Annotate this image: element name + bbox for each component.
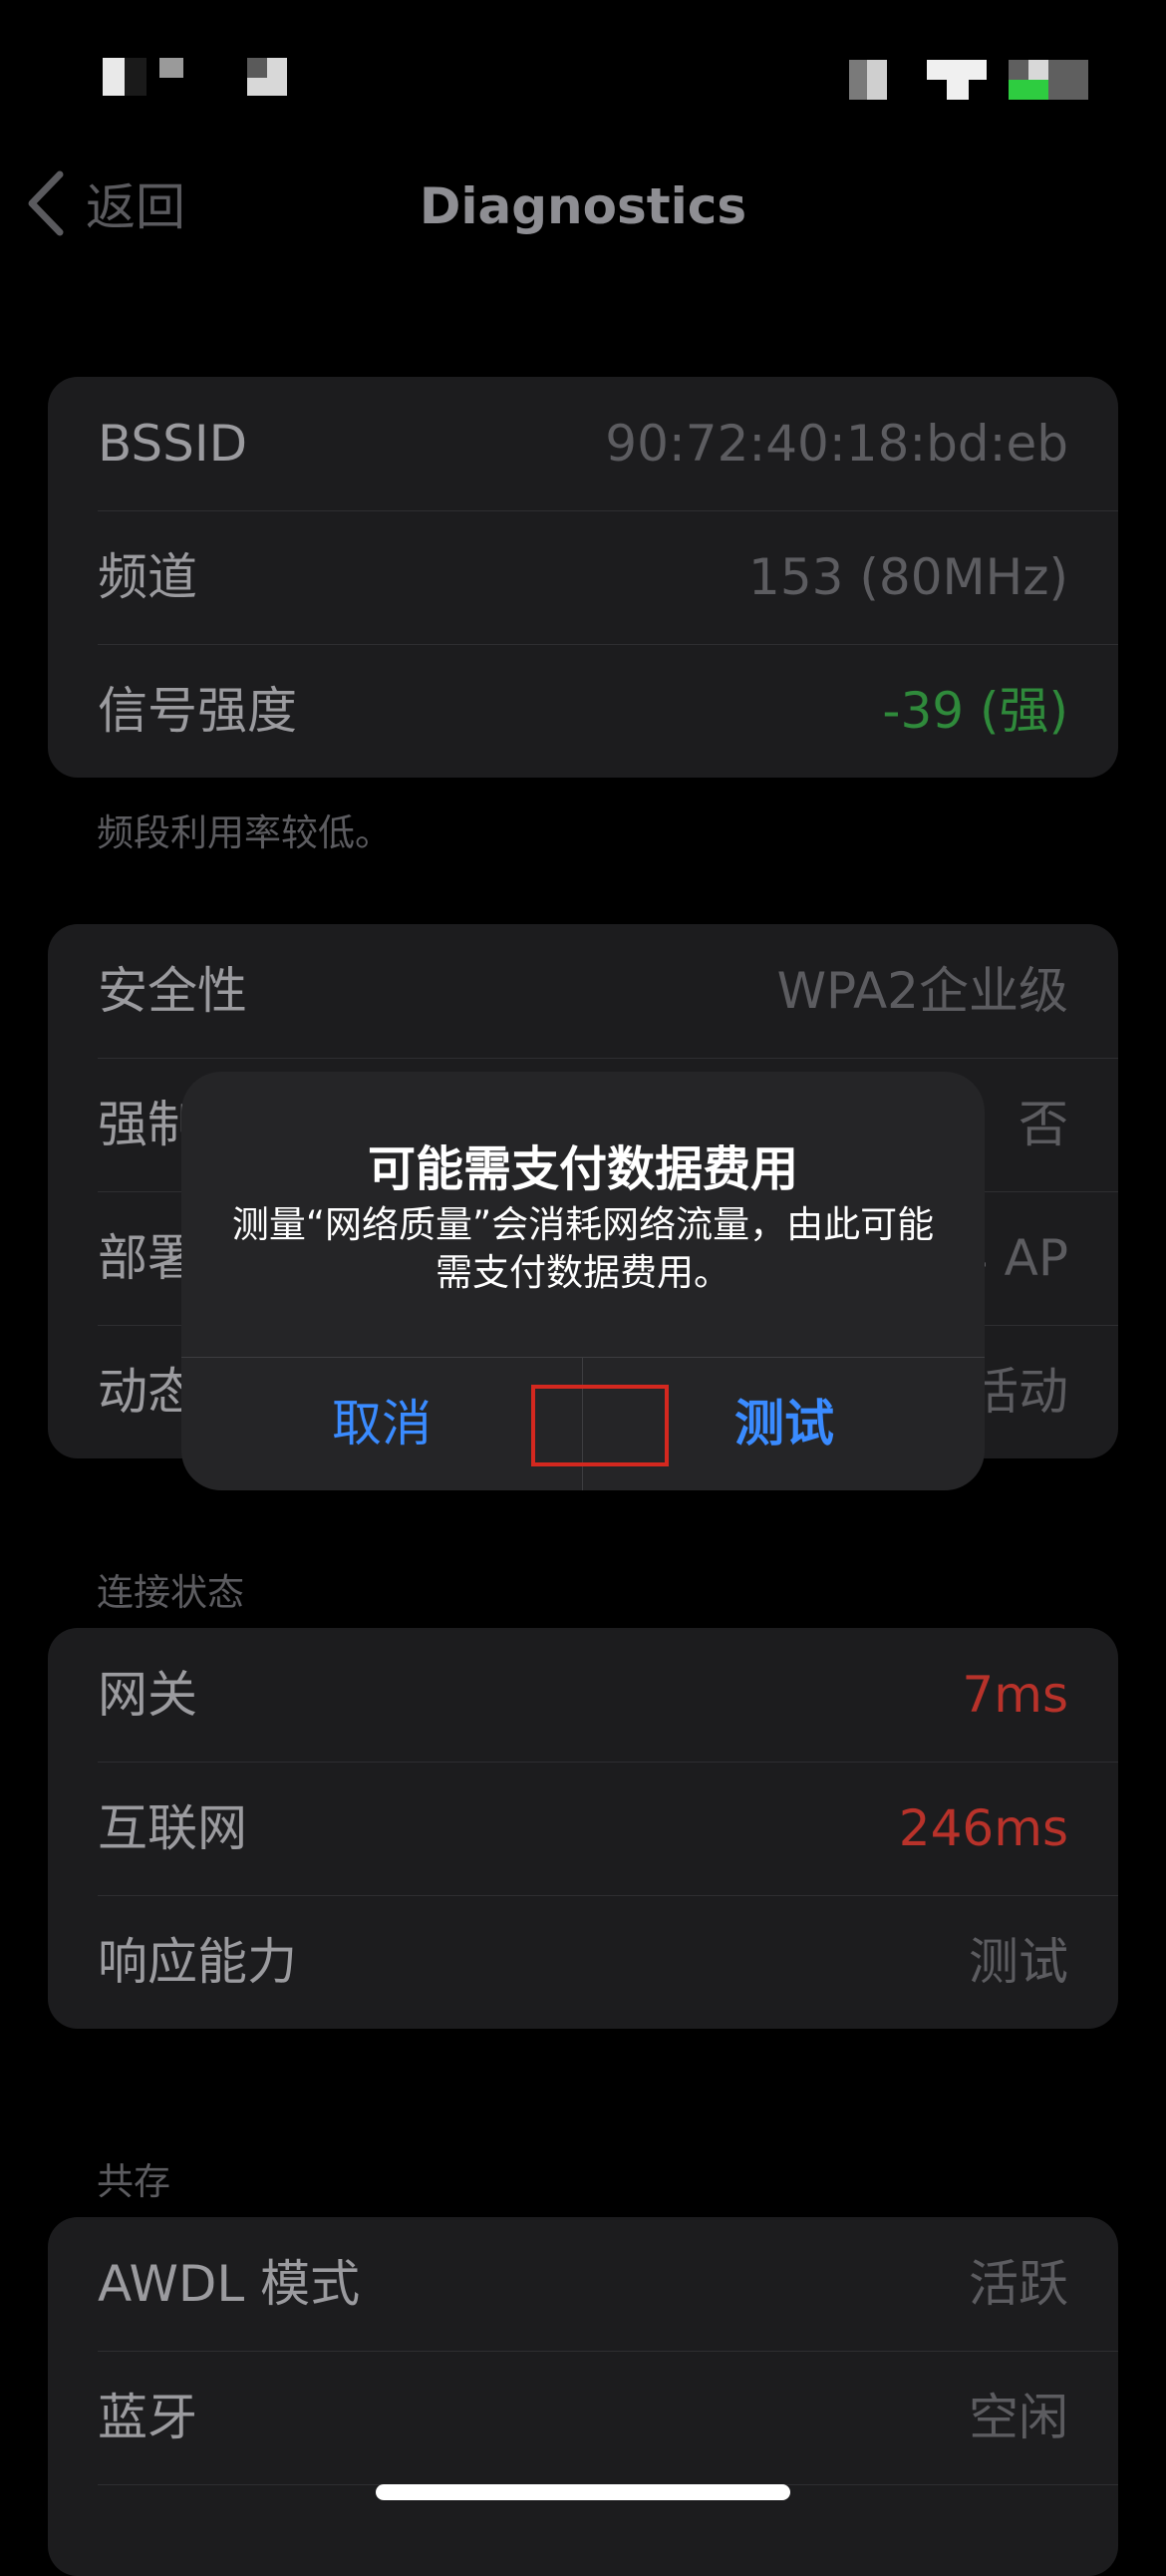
- list-item-gateway: 网关 7ms: [48, 1628, 1118, 1762]
- latency-value: 7ms: [962, 1666, 1068, 1724]
- row-label: BSSID: [98, 415, 248, 473]
- signal-icon-part: [849, 60, 867, 100]
- list-item-bssid: BSSID 90:72:40:18:bd:eb: [48, 377, 1118, 510]
- row-label: 信号强度: [98, 682, 297, 740]
- wifi-info-group: BSSID 90:72:40:18:bd:eb 频道 153 (80MHz) 信…: [48, 377, 1118, 778]
- footnote: 频段利用率较低。: [97, 811, 392, 854]
- home-indicator: [376, 2484, 790, 2500]
- row-label: 安全性: [98, 962, 247, 1020]
- row-value: 90:72:40:18:bd:eb: [605, 415, 1068, 473]
- list-item-security: 安全性 WPA2企业级: [48, 924, 1118, 1058]
- row-value: 活跃: [969, 2255, 1068, 2313]
- row-label: AWDL 模式: [98, 2255, 361, 2313]
- row-label: 频道: [98, 548, 197, 606]
- signal-value: -39 (强): [882, 682, 1068, 740]
- list-item-channel: 频道 153 (80MHz): [48, 510, 1118, 644]
- list-item-responsiveness[interactable]: 响应能力 测试: [48, 1895, 1118, 2029]
- page-title: Diagnostics: [419, 177, 747, 235]
- list-item-internet: 互联网 246ms: [48, 1762, 1118, 1895]
- row-value: 空闲: [969, 2389, 1068, 2446]
- connection-group: 网关 7ms 互联网 246ms 响应能力 测试: [48, 1628, 1118, 2029]
- time-obscured-part: [125, 58, 146, 96]
- row-value: WPA2企业级: [776, 962, 1068, 1020]
- section-header-coexistence: 共存: [97, 2160, 170, 2203]
- row-value: 153 (80MHz): [748, 548, 1068, 606]
- battery-icon-level: [1009, 80, 1048, 100]
- latency-value: 246ms: [898, 1799, 1068, 1857]
- wifi-icon: [927, 60, 987, 80]
- test-link[interactable]: 测试: [969, 1895, 1068, 2029]
- cancel-button[interactable]: 取消: [181, 1358, 582, 1490]
- row-label: 蓝牙: [98, 2389, 197, 2446]
- navigation-bar: 返回 Diagnostics: [0, 150, 1166, 269]
- alert-title: 可能需支付数据费用: [367, 1141, 798, 1197]
- list-item-signal-strength: 信号强度 -39 (强): [48, 644, 1118, 778]
- battery-icon-part: [1028, 60, 1048, 80]
- row-label: 响应能力: [98, 1933, 297, 1991]
- row-value: 否: [1019, 1096, 1068, 1153]
- list-item-bluetooth: 蓝牙 空闲: [48, 2351, 1118, 2484]
- time-obscured-part: [247, 58, 267, 78]
- time-obscured: [103, 58, 125, 96]
- row-label: 网关: [98, 1666, 197, 1724]
- row-label: 互联网: [98, 1799, 247, 1857]
- status-bar: [0, 0, 1166, 150]
- alert-message: 测量“网络质量”会消耗网络流量，由此可能需支付数据费用。: [231, 1203, 935, 1294]
- section-header-connection: 连接状态: [97, 1571, 244, 1614]
- list-item-awdl: AWDL 模式 活跃: [48, 2217, 1118, 2351]
- coexistence-group: AWDL 模式 活跃 蓝牙 空闲: [48, 2217, 1118, 2576]
- wifi-icon-part: [947, 80, 969, 100]
- highlight-box: [531, 1385, 669, 1466]
- time-obscured-part: [159, 58, 183, 78]
